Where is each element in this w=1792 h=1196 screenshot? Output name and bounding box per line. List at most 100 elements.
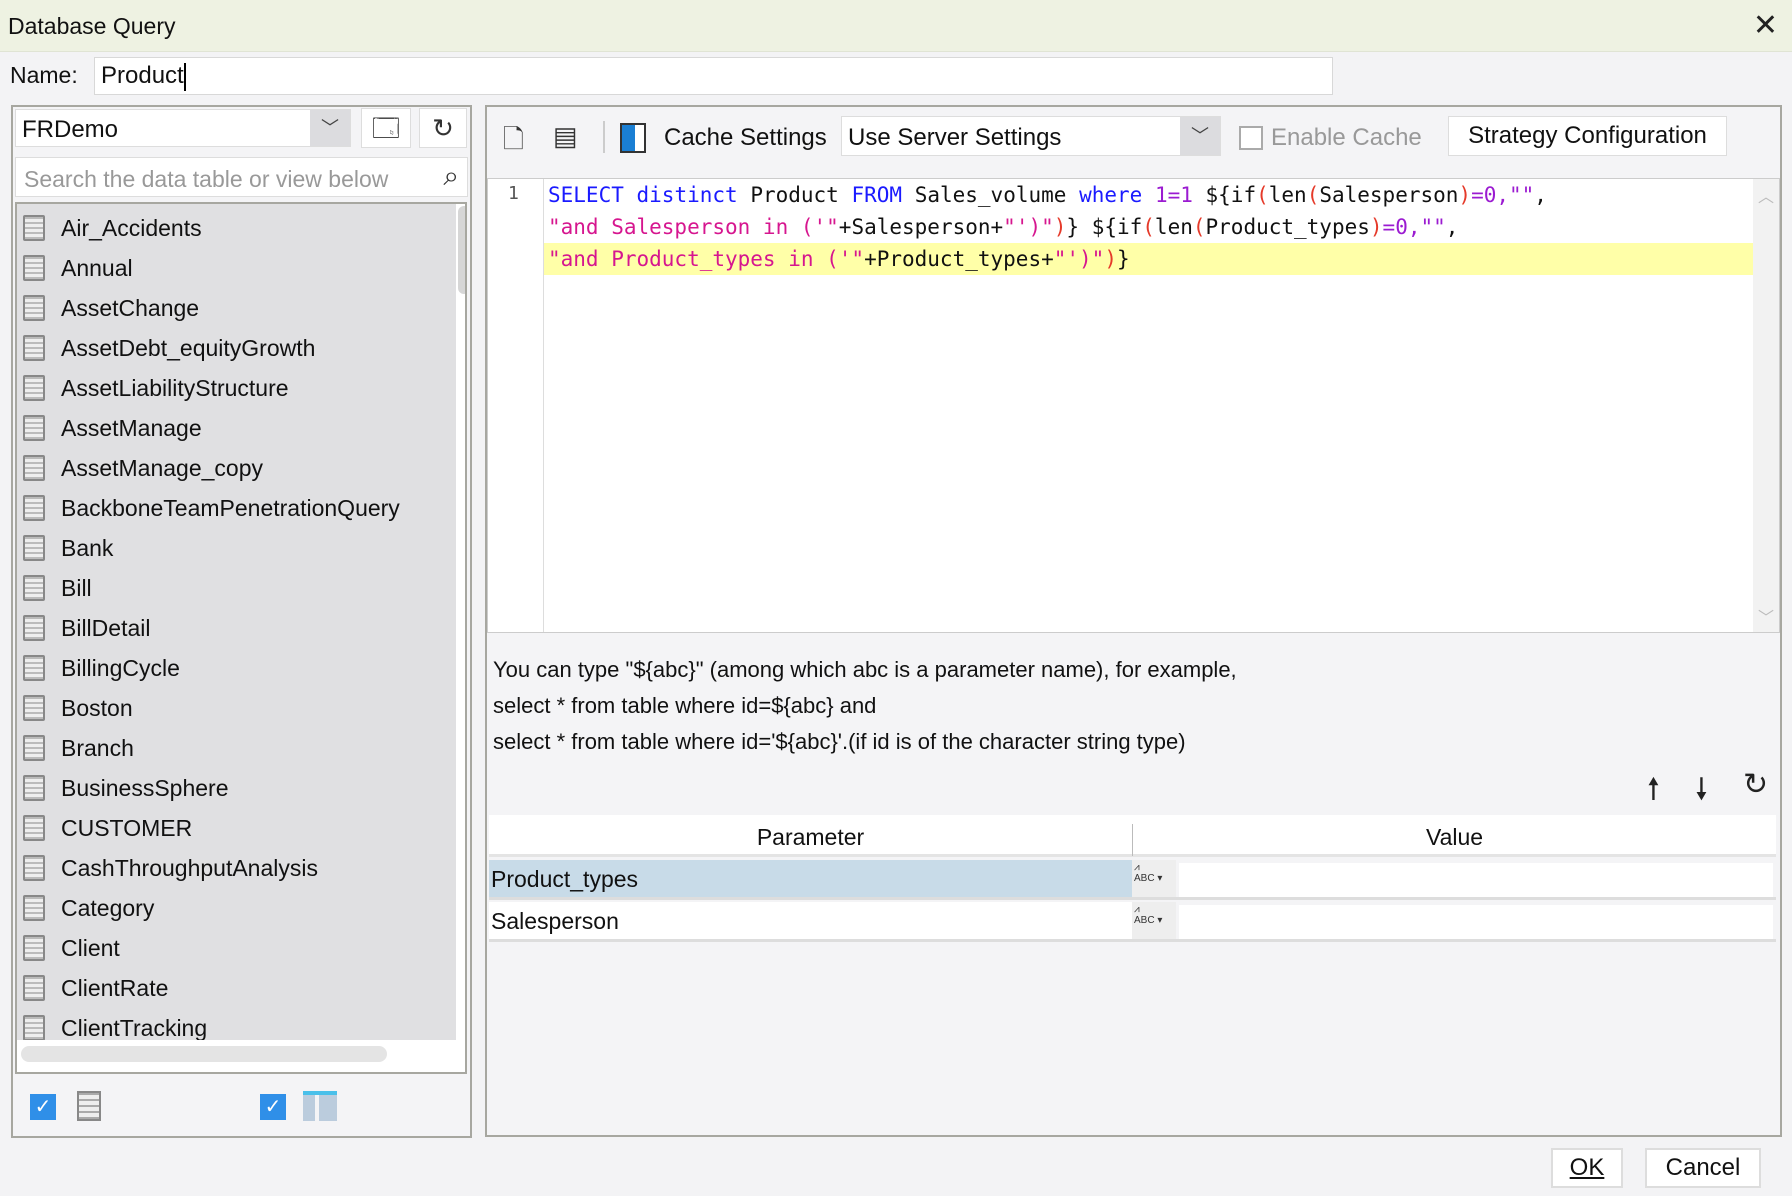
editor-scrollbar[interactable]: ︿ ﹀ <box>1753 179 1779 632</box>
table-icon <box>23 455 45 481</box>
column-header-parameter[interactable]: Parameter <box>489 824 1132 851</box>
table-icon <box>23 815 45 841</box>
table-list-item[interactable]: Bill <box>17 568 447 608</box>
scroll-down-icon[interactable]: ﹀ <box>1758 604 1774 628</box>
datasource-edit-button[interactable]: 🗔 <box>361 108 411 148</box>
close-icon[interactable]: ✕ <box>1753 8 1778 43</box>
move-up-icon[interactable]: 🠕 <box>1647 767 1660 818</box>
table-list-item[interactable]: Bank <box>17 528 447 568</box>
table-icon <box>23 495 45 521</box>
code-token: , <box>1445 215 1459 239</box>
cancel-button[interactable]: Cancel <box>1645 1148 1761 1188</box>
code-token: } <box>1116 247 1130 271</box>
table-icon <box>23 215 45 241</box>
sql-code[interactable]: SELECT distinct Product FROM Sales_volum… <box>544 179 1754 632</box>
parameter-hint: You can type "${abc}" (among which abc i… <box>493 652 1237 760</box>
table-list-item[interactable]: Boston <box>17 688 447 728</box>
hint-line: select * from table where id='${abc}'.(i… <box>493 729 1186 754</box>
cache-mode-value: Use Server Settings <box>848 124 1062 151</box>
table-list-item[interactable]: Branch <box>17 728 447 768</box>
parameter-name[interactable]: Salesperson <box>489 902 1132 939</box>
parameter-value-input[interactable] <box>1179 905 1773 939</box>
parameter-value-input[interactable] <box>1179 863 1773 897</box>
ok-button[interactable]: OK <box>1551 1148 1623 1188</box>
table-list-item[interactable]: ClientRate <box>17 968 447 1008</box>
parameter-name[interactable]: Product_types <box>489 860 1132 897</box>
name-input[interactable]: Product <box>94 57 1333 95</box>
table-icon <box>23 975 45 1001</box>
table-list-item[interactable]: CUSTOMER <box>17 808 447 848</box>
move-down-icon[interactable]: 🠗 <box>1695 767 1708 818</box>
table-list-item[interactable]: CashThroughputAnalysis <box>17 848 447 888</box>
table-list-item[interactable]: Annual <box>17 248 447 288</box>
table-list-item[interactable]: AssetChange <box>17 288 447 328</box>
code-token: len <box>1154 215 1193 239</box>
code-line[interactable]: SELECT distinct Product FROM Sales_volum… <box>544 179 1754 211</box>
table-list-item[interactable]: BackboneTeamPenetrationQuery <box>17 488 447 528</box>
table-list-item[interactable]: AssetManage_copy <box>17 448 447 488</box>
refresh-icon[interactable]: ↻ <box>419 108 467 148</box>
sql-icon[interactable]: ▤ <box>553 121 578 152</box>
table-name: Branch <box>61 734 134 761</box>
table-list-item[interactable]: BillDetail <box>17 608 447 648</box>
code-token: Product_types <box>1205 215 1370 239</box>
show-views-checkbox[interactable]: ✓ <box>260 1094 286 1120</box>
show-tables-checkbox[interactable]: ✓ <box>30 1094 56 1120</box>
table-name: Bill <box>61 574 92 601</box>
cache-mode-select[interactable]: Use Server Settings ﹀ <box>841 116 1221 156</box>
strategy-configuration-button[interactable]: Strategy Configuration <box>1448 116 1727 156</box>
table-name: Bank <box>61 534 114 561</box>
code-token: } ${if <box>1066 215 1143 239</box>
parameter-row[interactable]: Product_types ⩘ ABC ▾ <box>489 860 1776 900</box>
table-name: BillingCycle <box>61 654 180 681</box>
parameter-type-icon[interactable]: ⩘ ABC ▾ <box>1132 860 1176 897</box>
vertical-scrollbar[interactable] <box>456 204 465 1072</box>
table-name: ClientRate <box>61 974 169 1001</box>
table-icon <box>23 535 45 561</box>
type-icon-text: ABC <box>1134 915 1155 926</box>
code-token: +Product_types+ <box>864 247 1054 271</box>
enable-cache-checkbox[interactable]: Enable Cache <box>1239 124 1422 152</box>
table-list-item[interactable]: Category <box>17 888 447 928</box>
horizontal-scroll-thumb[interactable] <box>21 1046 387 1062</box>
table-list-item[interactable]: AssetManage <box>17 408 447 448</box>
scroll-up-icon[interactable]: ︿ <box>1758 183 1774 207</box>
search-icon[interactable]: ⌕ <box>443 160 459 193</box>
table-list-item[interactable]: AssetDebt_equityGrowth <box>17 328 447 368</box>
code-token: "')" <box>1003 215 1054 239</box>
table-list-item[interactable]: Air_Accidents <box>17 208 447 248</box>
preview-icon[interactable]: 🗋 <box>503 121 524 165</box>
table-icon <box>23 655 45 681</box>
table-name: AssetManage_copy <box>61 454 264 481</box>
table-icon <box>23 935 45 961</box>
datasource-value: FRDemo <box>22 116 119 143</box>
parameter-type-icon[interactable]: ⩘ ABC ▾ <box>1132 902 1176 939</box>
chevron-down-icon[interactable]: ﹀ <box>1180 117 1220 155</box>
code-token: =0,"" <box>1471 183 1535 207</box>
sql-editor[interactable]: 1 SELECT distinct Product FROM Sales_vol… <box>487 178 1780 633</box>
refresh-parameters-icon[interactable]: ↻ <box>1743 767 1768 802</box>
text-caret <box>183 62 186 91</box>
search-placeholder: Search the data table or view below <box>24 166 389 192</box>
table-list-item[interactable]: AssetLiabilityStructure <box>17 368 447 408</box>
table-list-item[interactable]: Client <box>17 928 447 968</box>
chevron-down-icon[interactable]: ﹀ <box>310 110 350 146</box>
code-line[interactable]: "and Product_types in ('"+Product_types+… <box>544 243 1754 275</box>
code-token: Salesperson <box>1319 183 1459 207</box>
code-token: where <box>1079 183 1143 207</box>
checkbox-box[interactable] <box>1239 126 1263 150</box>
datasource-select[interactable]: FRDemo ﹀ <box>15 109 351 147</box>
name-label: Name: <box>10 62 78 88</box>
table-name: BillDetail <box>61 614 151 641</box>
table-name: BackboneTeamPenetrationQuery <box>61 494 400 521</box>
parameter-row[interactable]: Salesperson ⩘ ABC ▾ <box>489 902 1776 942</box>
table-search-input[interactable]: Search the data table or view below ⌕ <box>15 157 468 197</box>
code-line[interactable]: "and Salesperson in ('"+Salesperson+"')"… <box>544 211 1754 243</box>
table-icon <box>23 375 45 401</box>
table-list-item[interactable]: BusinessSphere <box>17 768 447 808</box>
vertical-scroll-thumb[interactable] <box>458 206 465 294</box>
table-name: CUSTOMER <box>61 814 193 841</box>
table-list-item[interactable]: BillingCycle <box>17 648 447 688</box>
column-header-value[interactable]: Value <box>1133 824 1776 851</box>
